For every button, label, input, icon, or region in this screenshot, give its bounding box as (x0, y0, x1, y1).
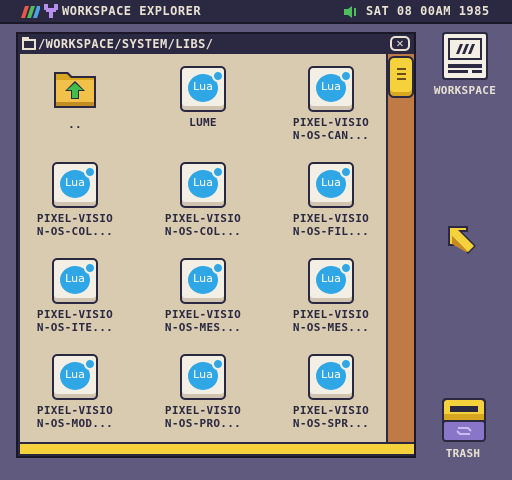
file-label: PIXEL-VISIO N-OS-MOD... (36, 404, 114, 430)
workspace-logo-icon[interactable] (44, 4, 58, 18)
workspace-label: WORKSPACE (433, 84, 497, 97)
lua-file-icon: Lua (308, 354, 354, 400)
rainbow-stripes-icon (21, 6, 40, 18)
file-item[interactable]: Lua PIXEL-VISIO N-OS-MES... (276, 258, 386, 348)
file-item[interactable]: Lua PIXEL-VISIO N-OS-SPR... (276, 354, 386, 444)
horizontal-scrollbar[interactable] (20, 442, 414, 454)
file-item[interactable]: Lua PIXEL-VISIO N-OS-FIL... (276, 162, 386, 252)
file-label: PIXEL-VISIO N-OS-FIL... (292, 212, 370, 238)
menu-bar: WORKSPACE EXPLORER SAT 08 00AM 1985 (0, 0, 512, 24)
file-label: PIXEL-VISIO N-OS-MES... (164, 308, 242, 334)
path-label: /WORKSPACE/SYSTEM/LIBS/ (38, 37, 214, 51)
lua-file-icon: Lua (308, 258, 354, 304)
file-item[interactable]: Lua PIXEL-VISIO N-OS-MES... (148, 258, 258, 348)
lua-file-icon: Lua (180, 258, 226, 304)
folder-up-item[interactable]: .. (20, 66, 130, 156)
file-label: PIXEL-VISIO N-OS-PRO... (164, 404, 242, 430)
lua-file-icon: Lua (308, 162, 354, 208)
volume-icon[interactable] (344, 6, 358, 18)
file-item[interactable]: Lua PIXEL-VISIO N-OS-COL... (148, 162, 258, 252)
file-label: PIXEL-VISIO N-OS-ITE... (36, 308, 114, 334)
file-item[interactable]: Lua PIXEL-VISIO N-OS-MOD... (20, 354, 130, 444)
window-title-bar[interactable]: /WORKSPACE/SYSTEM/LIBS/ ✕ (18, 34, 414, 54)
pointer-cursor-icon (448, 226, 476, 254)
file-label: PIXEL-VISIO N-OS-COL... (164, 212, 242, 238)
close-button[interactable]: ✕ (390, 36, 410, 51)
lua-file-icon: Lua (52, 162, 98, 208)
computer-disk-icon (442, 32, 488, 80)
file-grid: .. Lua LUME Lua PIXEL-VISIO N-OS-CAN... … (20, 54, 386, 446)
file-item[interactable]: Lua LUME (148, 66, 258, 156)
file-label: PIXEL-VISIO N-OS-COL... (36, 212, 114, 238)
trash-icon (442, 398, 486, 442)
file-item[interactable]: Lua PIXEL-VISIO N-OS-CAN... (276, 66, 386, 156)
explorer-window: /WORKSPACE/SYSTEM/LIBS/ ✕ .. Lua LUME Lu (16, 32, 416, 458)
vertical-scrollbar[interactable] (386, 54, 414, 442)
folder-icon (22, 37, 36, 50)
file-label: LUME (189, 116, 217, 129)
clock: SAT 08 00AM 1985 (366, 4, 490, 18)
lua-file-icon: Lua (308, 66, 354, 112)
file-label: PIXEL-VISIO N-OS-CAN... (292, 116, 370, 142)
lua-file-icon: Lua (180, 354, 226, 400)
file-item[interactable]: Lua PIXEL-VISIO N-OS-COL... (20, 162, 130, 252)
file-label: .. (68, 118, 82, 131)
file-label: PIXEL-VISIO N-OS-SPR... (292, 404, 370, 430)
file-item[interactable]: Lua PIXEL-VISIO N-OS-PRO... (148, 354, 258, 444)
folder-up-icon (54, 72, 96, 108)
workspace-drive[interactable] (440, 30, 490, 82)
trash-bin[interactable] (440, 396, 488, 444)
scrollbar-thumb[interactable] (388, 56, 414, 98)
file-label: PIXEL-VISIO N-OS-MES... (292, 308, 370, 334)
lua-file-icon: Lua (52, 354, 98, 400)
app-title: WORKSPACE EXPLORER (62, 4, 202, 18)
lua-file-icon: Lua (180, 162, 226, 208)
trash-label: TRASH (445, 447, 481, 460)
file-item[interactable]: Lua PIXEL-VISIO N-OS-ITE... (20, 258, 130, 348)
lua-file-icon: Lua (52, 258, 98, 304)
lua-file-icon: Lua (180, 66, 226, 112)
